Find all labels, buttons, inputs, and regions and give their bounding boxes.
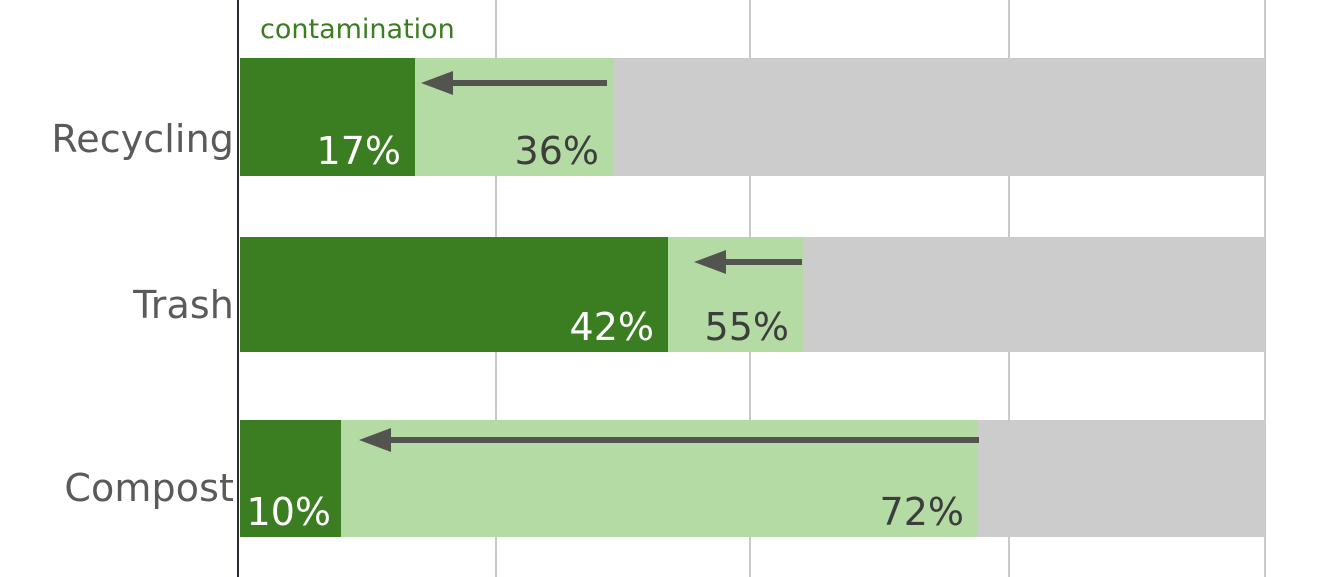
bar-value-compost-sorted: 10% xyxy=(246,490,331,534)
arrow-head-compost xyxy=(359,428,391,452)
bar-segment-trash-sorted: 42% xyxy=(240,237,668,352)
bar-segment-compost-sorted: 10% xyxy=(240,420,341,537)
bar-value-recycling-contamination: 36% xyxy=(514,129,599,173)
bar-value-compost-contamination: 72% xyxy=(879,490,964,534)
category-label-compost: Compost xyxy=(64,466,234,510)
arrow-shaft-compost xyxy=(389,437,979,443)
annotation-arrow-trash xyxy=(694,250,802,274)
arrow-head-trash xyxy=(694,250,726,274)
bar-value-trash-sorted: 42% xyxy=(569,305,654,349)
arrow-shaft-recycling xyxy=(451,80,607,86)
bar-row-recycling[interactable]: 36% 17% xyxy=(240,58,1266,176)
y-axis-spine xyxy=(237,0,239,577)
arrow-head-recycling xyxy=(421,71,453,95)
contamination-callout-label: contamination xyxy=(260,14,455,45)
bar-value-trash-contamination: 55% xyxy=(704,305,789,349)
bar-value-recycling-sorted: 17% xyxy=(316,129,401,173)
arrow-shaft-trash xyxy=(724,259,802,265)
bar-segment-recycling-sorted: 17% xyxy=(240,58,415,176)
category-label-recycling: Recycling xyxy=(51,117,234,161)
stacked-bar-chart: Recycling Trash Compost contamination 36… xyxy=(0,0,1336,577)
annotation-arrow-recycling xyxy=(421,71,607,95)
annotation-arrow-compost xyxy=(359,428,979,452)
category-label-trash: Trash xyxy=(133,283,234,327)
